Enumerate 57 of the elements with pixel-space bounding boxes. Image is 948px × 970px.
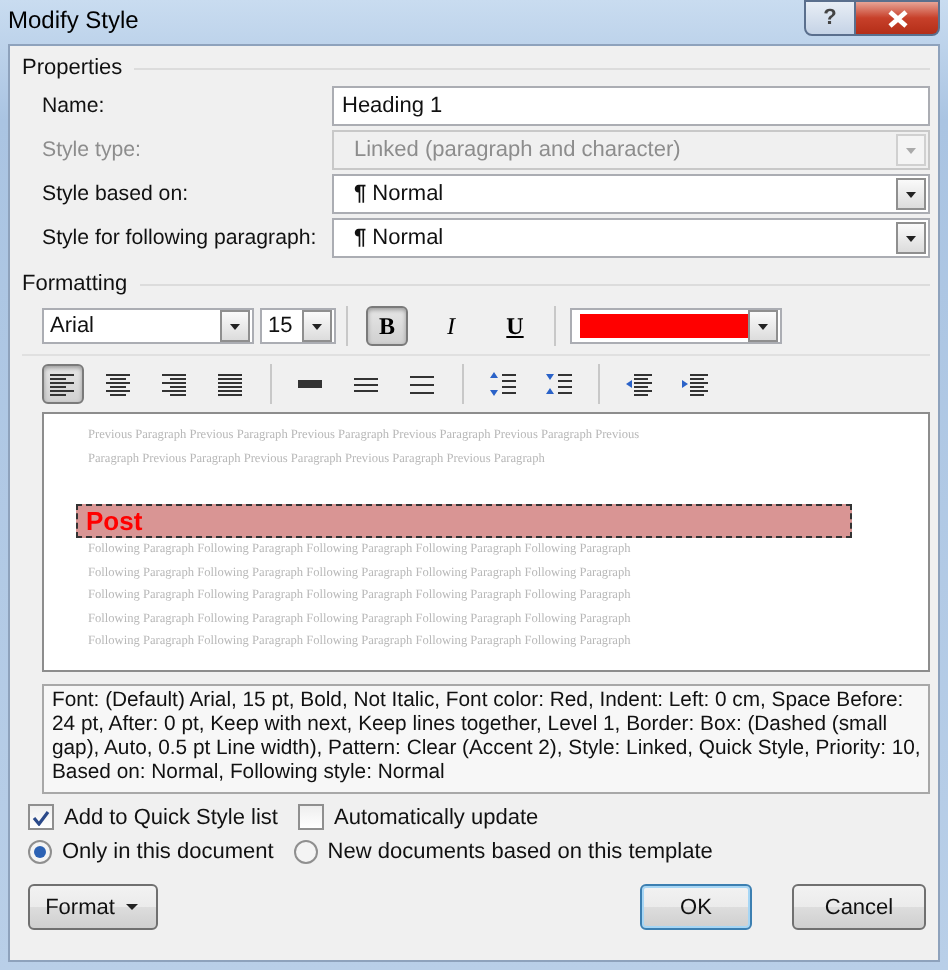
dropdown-arrow-icon [904, 145, 918, 155]
dropdown-button[interactable] [302, 310, 332, 342]
radio-label: New documents based on this template [327, 840, 713, 864]
paragraph-spacing-icon [546, 372, 572, 396]
dropdown-field: Linked (paragraph and character) [332, 130, 930, 170]
italic-button[interactable]: I [430, 306, 472, 346]
line-spacing-icon [410, 372, 436, 396]
sample-heading: Post [76, 504, 852, 538]
checkmark-icon [32, 809, 50, 825]
align-center-icon [106, 372, 132, 396]
help-button[interactable]: ? [804, 0, 856, 36]
line-spacing-icon [354, 372, 380, 396]
size-dropdown[interactable]: 15 [260, 308, 336, 344]
ok-button[interactable]: OK [640, 884, 752, 930]
dropdown-field[interactable]: ¶ Normal [332, 218, 930, 258]
field-label: Style for following paragraph: [42, 226, 319, 250]
dropdown-field[interactable]: ¶ Normal [332, 174, 930, 214]
checkbox-label: Automatically update [334, 805, 539, 829]
style-description: Font: (Default) Arial, 15 pt, Bold, Not Italic, Font color: Red, Indent: Left: 0 cm, Space Before: 24 pt, After: 0 pt, Keep with next, Keep lines together, Level 1, Border: Box: (Dashed (small gap), Auto, 0.5 pt Line width), Pattern: Clear (Accent 2), Style: Linked, Quick Style, Priority: 10, Based on: Normal, Following style: Normal [42, 684, 930, 794]
radio-button[interactable] [28, 840, 52, 864]
dropdown-arrow-icon [904, 189, 918, 199]
align-left-icon [50, 372, 76, 396]
increase-indent-icon [682, 372, 708, 396]
font-dropdown[interactable]: Arial [42, 308, 254, 344]
close-button[interactable] [856, 0, 940, 36]
underline-button[interactable]: U [494, 306, 536, 346]
dropdown-button[interactable] [748, 310, 778, 342]
field-label: Name: [42, 94, 107, 118]
bold-button[interactable]: B [366, 306, 408, 346]
dropdown-button[interactable] [896, 178, 926, 210]
align-left-button[interactable] [42, 364, 84, 404]
decrease-indent-icon [626, 372, 652, 396]
dropdown-button[interactable] [220, 310, 250, 342]
dropdown-arrow-icon [756, 321, 770, 331]
checkbox-label: Add to Quick Style list [64, 805, 278, 829]
section-title: Formatting [22, 272, 128, 296]
field-label: Style based on: [42, 182, 191, 206]
dropdown-arrow-icon [228, 321, 242, 331]
checkbox[interactable] [28, 804, 54, 830]
close-icon [887, 9, 907, 27]
format-menu-button[interactable]: Format [28, 884, 158, 930]
window-title: Modify Style [8, 4, 139, 34]
radio-label: Only in this document [62, 840, 274, 864]
paragraph-spacing-icon [490, 372, 516, 396]
caret-icon [126, 903, 141, 911]
dropdown-arrow-icon [310, 321, 324, 331]
checkbox[interactable] [298, 804, 324, 830]
dropdown-arrow-icon [904, 233, 918, 243]
section-title: Properties [22, 56, 123, 80]
field-label: Style type: [42, 138, 143, 162]
font-color-dropdown[interactable] [570, 308, 782, 344]
dropdown-button[interactable] [896, 222, 926, 254]
radio-button[interactable] [293, 840, 318, 864]
cancel-button[interactable]: Cancel [792, 884, 926, 930]
text-field[interactable]: Heading 1 [332, 86, 930, 126]
justify-icon [218, 372, 244, 396]
align-right-icon [162, 372, 188, 396]
